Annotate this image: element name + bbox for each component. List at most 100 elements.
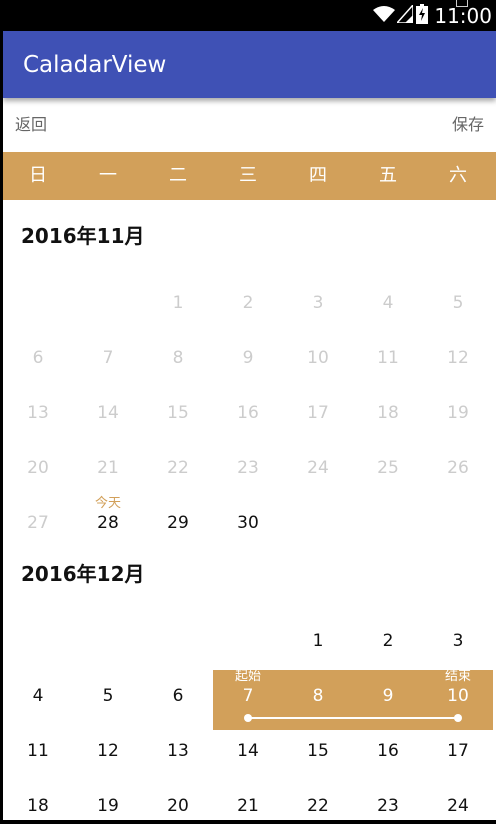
day-cell[interactable]: 2 <box>353 615 423 670</box>
day-number: 8 <box>312 686 324 706</box>
weekday-wed: 三 <box>239 165 257 186</box>
weekday-sun: 日 <box>29 165 47 186</box>
day-cell: 3 <box>283 277 353 332</box>
day-number: 18 <box>27 796 49 816</box>
day-cell: 7 <box>73 332 143 387</box>
day-number: 3 <box>312 293 324 313</box>
day-cell: 5 <box>423 277 493 332</box>
day-cell: 26 <box>423 442 493 497</box>
day-cell-selected[interactable]: 9 <box>353 670 423 725</box>
day-cell[interactable]: 15 <box>283 725 353 780</box>
day-cell[interactable]: 4 <box>3 670 73 725</box>
day-number: 7 <box>242 686 254 706</box>
day-cell: 6 <box>3 332 73 387</box>
day-number: 2 <box>382 631 394 651</box>
month-title: 2016年11月 <box>21 224 145 248</box>
today-label: 今天 <box>94 496 121 511</box>
day-cell: 15 <box>143 387 213 442</box>
day-cell: 16 <box>213 387 283 442</box>
day-cell: 4 <box>353 277 423 332</box>
day-cell[interactable]: 1 <box>283 615 353 670</box>
day-number: 12 <box>447 348 469 368</box>
day-cell[interactable]: 17 <box>423 725 493 780</box>
day-cell[interactable]: 24 <box>423 780 493 820</box>
day-number: 15 <box>307 741 329 761</box>
signal-icon <box>395 3 415 27</box>
day-cell-selected[interactable]: 起始 7 <box>213 669 283 725</box>
day-cell[interactable]: 23 <box>353 780 423 820</box>
day-number: 23 <box>377 796 399 816</box>
day-cell[interactable]: 19 <box>73 780 143 820</box>
day-number: 5 <box>452 293 464 313</box>
day-number: 16 <box>377 741 399 761</box>
day-number: 21 <box>97 458 119 478</box>
day-number: 5 <box>102 686 114 706</box>
weekday-header: 日 一 二 三 四 五 六 <box>3 152 496 200</box>
day-cell-today[interactable]: 今天 28 <box>73 496 143 552</box>
weekday-mon: 一 <box>99 165 117 186</box>
day-number: 13 <box>27 403 49 423</box>
day-number: 17 <box>447 741 469 761</box>
day-number: 10 <box>447 686 469 706</box>
day-number: 2 <box>242 293 254 313</box>
day-cell[interactable]: 29 <box>143 497 213 552</box>
wifi-icon <box>373 5 396 27</box>
day-cell-selected[interactable]: 8 <box>283 670 353 725</box>
day-cell[interactable]: 3 <box>423 615 493 670</box>
day-cell[interactable]: 21 <box>213 780 283 820</box>
day-cell-selected[interactable]: 结束 10 <box>423 669 493 725</box>
day-cell[interactable]: 6 <box>143 670 213 725</box>
day-number: 3 <box>452 631 464 651</box>
day-cell: 20 <box>3 442 73 497</box>
day-cell[interactable]: 5 <box>73 670 143 725</box>
day-number: 1 <box>312 631 324 651</box>
day-number: 20 <box>167 796 189 816</box>
day-number: 24 <box>307 458 329 478</box>
battery-charging-icon <box>416 4 429 28</box>
day-number: 15 <box>167 403 189 423</box>
day-number: 27 <box>27 513 49 533</box>
day-number: 8 <box>172 348 184 368</box>
day-number: 18 <box>377 403 399 423</box>
day-number: 17 <box>307 403 329 423</box>
weekday-tue: 二 <box>169 165 187 186</box>
day-number: 9 <box>242 348 254 368</box>
day-number: 19 <box>97 796 119 816</box>
day-cell[interactable]: 12 <box>73 725 143 780</box>
day-cell[interactable]: 16 <box>353 725 423 780</box>
calendar-list[interactable]: 2016年11月 1 2 3 4 5 6 7 8 9 10 11 12 13 14 15 16 17 18 19 20 2… <box>3 200 496 820</box>
day-cell[interactable]: 13 <box>143 725 213 780</box>
weekday-fri: 五 <box>379 165 397 186</box>
day-cell[interactable]: 18 <box>3 780 73 820</box>
day-cell[interactable]: 22 <box>283 780 353 820</box>
save-button[interactable]: 保存 <box>452 114 484 136</box>
day-number: 26 <box>447 458 469 478</box>
day-number: 13 <box>167 741 189 761</box>
day-cell: 10 <box>283 332 353 387</box>
toolbar-title: CaladarView <box>23 52 167 78</box>
day-cell: 21 <box>73 442 143 497</box>
month-title: 2016年12月 <box>21 562 145 586</box>
back-button[interactable]: 返回 <box>15 114 47 136</box>
day-cell: 19 <box>423 387 493 442</box>
day-cell[interactable]: 30 <box>213 497 283 552</box>
day-cell: 9 <box>213 332 283 387</box>
day-number: 7 <box>102 348 114 368</box>
status-icons: 11:00 <box>373 3 492 28</box>
day-cell[interactable]: 14 <box>213 725 283 780</box>
day-number: 30 <box>237 513 259 533</box>
app-toolbar: CaladarView <box>3 31 496 98</box>
day-cell: 24 <box>283 442 353 497</box>
day-cell: 25 <box>353 442 423 497</box>
day-number: 19 <box>447 403 469 423</box>
day-cell[interactable]: 20 <box>143 780 213 820</box>
day-number: 6 <box>172 686 184 706</box>
day-number: 4 <box>32 686 44 706</box>
day-cell: 23 <box>213 442 283 497</box>
day-number: 14 <box>97 403 119 423</box>
day-cell: 27 <box>3 497 73 552</box>
range-label: 起始 <box>234 669 261 684</box>
day-number: 21 <box>237 796 259 816</box>
day-cell[interactable]: 11 <box>3 725 73 780</box>
day-cell: 14 <box>73 387 143 442</box>
